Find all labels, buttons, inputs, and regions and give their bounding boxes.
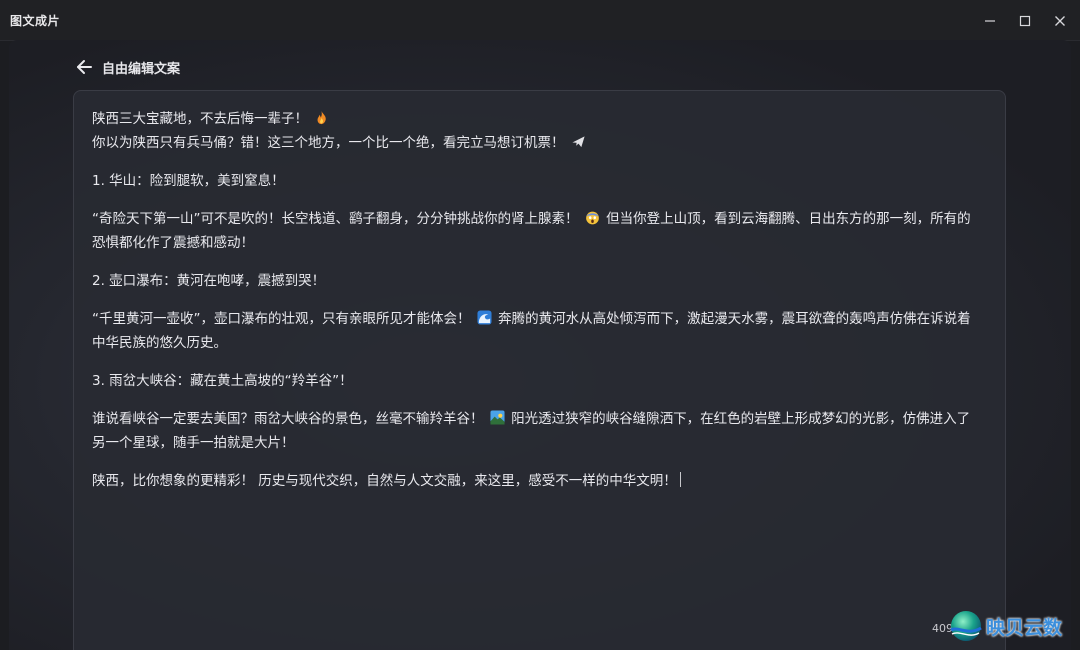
close-button[interactable] (1047, 8, 1073, 34)
wave-icon (477, 310, 492, 325)
text-line: 陕西三大宝藏地，不去后悔一辈子！ (92, 107, 982, 131)
sunrise-icon (490, 410, 505, 425)
maximize-button[interactable] (1012, 8, 1038, 34)
watermark: 映贝云数 (948, 606, 1062, 646)
text-line: “奇险天下第一山”可不是吹的！长空栈道、鹞子翻身，分分钟挑战你的肾上腺素！ 但当… (92, 211, 971, 251)
text-line: 陕西，比你想象的更精彩！ 历史与现代交织，自然与人文交融，来这里，感受不一样的中… (92, 469, 982, 493)
airplane-icon (572, 136, 585, 148)
fire-icon (317, 110, 327, 125)
minimize-button[interactable] (977, 8, 1003, 34)
page-header: 自由编辑文案 (74, 56, 180, 78)
watermark-text: 映贝云数 (986, 616, 1063, 639)
title-bar: 图文成片 (0, 0, 1080, 41)
editor-text[interactable]: 陕西三大宝藏地，不去后悔一辈子！ 你以为陕西只有兵马俑？错！这三个地方，一个比一… (92, 107, 982, 507)
text-line: 3. 雨岔大峡谷：藏在黄土高坡的“羚羊谷”！ (92, 373, 353, 389)
text-caret (679, 472, 681, 487)
scream-face-icon (585, 211, 599, 225)
back-button[interactable] (74, 57, 94, 77)
copy-editor[interactable]: 陕西三大宝藏地，不去后悔一辈子！ 你以为陕西只有兵马俑？错！这三个地方，一个比一… (73, 90, 1006, 650)
app-window: 图文成片 自由编辑文案 陕西三大宝藏地，不去后悔一辈子！ 你以为陕西只有兵马俑？… (0, 0, 1080, 650)
page-title: 自由编辑文案 (102, 61, 181, 77)
window-title: 图文成片 (10, 14, 61, 28)
globe-logo-icon (950, 611, 982, 641)
text-line: 2. 壶口瀑布：黄河在咆哮，震撼到哭！ (92, 273, 326, 289)
text-line: 1. 华山：险到腿软，美到窒息！ (92, 173, 285, 189)
text-line: 谁说看峡谷一定要去美国？雨岔大峡谷的景色，丝毫不输羚羊谷！ 阳光透过狭窄的峡谷缝… (92, 410, 971, 451)
text-line: 你以为陕西只有兵马俑？错！这三个地方，一个比一个绝，看完立马想订机票！ (92, 131, 982, 155)
text-line: “千里黄河一壶收”，壶口瀑布的壮观，只有亲眼所见才能体会！ 奔腾的黄河水从高处倾… (92, 310, 971, 351)
arrow-left-icon (77, 60, 92, 74)
maximize-icon (1019, 15, 1031, 27)
minimize-icon (985, 20, 995, 22)
close-icon (1055, 16, 1065, 26)
